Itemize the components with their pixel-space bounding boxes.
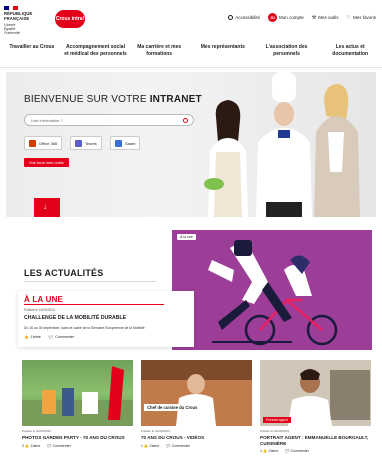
nav-item-travailler[interactable]: Travailler au Crous: [0, 40, 64, 67]
comment-label: Commenter: [55, 335, 75, 339]
featured-image[interactable]: À la une: [172, 230, 372, 350]
featured-date: Publiée le 16/09/2024: [24, 308, 55, 312]
news-card-date: Publiée le 02/09/2024: [141, 429, 171, 433]
nav-item-representants[interactable]: Mes représentants: [191, 40, 255, 67]
account-label: Mon compte: [278, 15, 304, 20]
tools-link[interactable]: ⚒ Mes outils: [312, 15, 339, 21]
avatar: JD: [267, 13, 277, 22]
office-icon: [29, 139, 36, 147]
comment-label: Commenter: [290, 449, 309, 453]
hero-title-pre: BIENVENUE SUR VOTRE: [24, 94, 150, 105]
heart-icon: ♡: [346, 14, 351, 21]
featured-news-card[interactable]: À LA UNE Publiée le 16/09/2024 CHALLENGE…: [18, 291, 194, 347]
teams-icon: [75, 139, 82, 147]
news-card-actions: 1 👍 J'aime 💬 Commenter: [141, 444, 252, 448]
featured-actions: 👍 J'aime 💬 Commenter: [24, 335, 74, 339]
like-count: 1: [141, 443, 143, 448]
quick-link-saam[interactable]: Saam: [110, 136, 141, 150]
gov-logo[interactable]: RÉPUBLIQUE FRANÇAISE Liberté Égalité Fra…: [4, 6, 48, 35]
nav-item-accompagnement[interactable]: Accompagnement social et médical des per…: [64, 40, 128, 67]
news-card-image[interactable]: Chef de cuisine du Crous: [141, 360, 252, 426]
comment-label: Commenter: [171, 443, 190, 448]
featured-divider: [24, 304, 164, 305]
featured-badge: À la une: [177, 234, 196, 240]
thumbs-up-icon: 👍: [24, 335, 29, 339]
news-card-title[interactable]: 70 ANS DU CROUS - VIDÉOS: [141, 435, 252, 441]
like-button[interactable]: 👍 J'aime: [24, 335, 41, 339]
french-flag-icon: [4, 6, 19, 10]
account-link[interactable]: JD Mon compte: [267, 13, 304, 22]
comment-label: Commenter: [52, 443, 71, 448]
featured-desc: Du 16 au 30 septembre, dans le cadre de …: [24, 326, 145, 330]
comment-button[interactable]: 💬 Commenter: [47, 444, 71, 448]
news-card-actions: 2 👍 J'aime 💬 Commenter: [22, 444, 133, 448]
garden-party-photo: [22, 366, 133, 426]
news-card-actions: 1 👍 J'aime 💬 Commenter: [260, 449, 371, 453]
news-card-garden-party[interactable]: Publiée le 02/09/2024 PHOTOS GARDEN PART…: [22, 360, 133, 448]
like-button[interactable]: 1 👍 J'aime: [260, 449, 278, 453]
like-button[interactable]: 1 👍 J'aime: [141, 444, 159, 448]
comment-button[interactable]: 💬 Commenter: [285, 449, 309, 453]
hero-banner: BIENVENUE SUR VOTRE INTRANET Une informa…: [6, 72, 376, 217]
nav-item-actus[interactable]: Les actus et documentation: [318, 40, 382, 67]
mobility-illustration: [208, 240, 338, 346]
comment-icon: 💬: [48, 335, 54, 339]
accessibility-link[interactable]: Accessibilité: [228, 15, 260, 20]
gov-motto-3: Fraternité: [4, 30, 20, 35]
accessibility-label: Accessibilité: [235, 15, 260, 20]
like-label: J'aime: [268, 449, 279, 453]
accessibility-icon: [228, 15, 234, 20]
nav-item-carriere[interactable]: Ma carrière et mes formations: [127, 40, 191, 67]
tools-label: Mes outils: [318, 15, 339, 20]
all-tools-button[interactable]: Voir tous mes outils: [24, 158, 69, 167]
nav-item-association[interactable]: L'association des personnels: [255, 40, 319, 67]
news-card-videos[interactable]: Chef de cuisine du Crous Publiée le 02/0…: [141, 360, 252, 448]
header: RÉPUBLIQUE FRANÇAISE Liberté Égalité Fra…: [0, 0, 382, 36]
top-links: Accessibilité JD Mon compte ⚒ Mes outils…: [228, 13, 376, 22]
news-card-date: Publiée le 02/09/2024: [260, 429, 290, 433]
favorites-label: Mes favoris: [352, 15, 376, 20]
search-input[interactable]: Une information ?: [24, 114, 194, 126]
news-card-image[interactable]: Portrait agent: [260, 360, 371, 426]
news-divider: [24, 281, 156, 282]
featured-title[interactable]: CHALLENGE DE LA MOBILITÉ DURABLE: [24, 315, 126, 321]
like-label: J'aime: [149, 443, 160, 448]
video-overlay-label: Chef de cuisine du Crous: [144, 404, 201, 411]
scroll-down-button[interactable]: ↓: [34, 198, 60, 217]
hero-staff-image: [204, 72, 360, 217]
news-card-date: Publiée le 02/09/2024: [22, 429, 52, 433]
like-count: 1: [260, 449, 262, 453]
quick-link-teams[interactable]: Teams: [70, 136, 102, 150]
gov-line-2: FRANÇAISE: [4, 15, 30, 21]
crous-logo[interactable]: Crous intra!: [55, 10, 85, 28]
like-label: J'aime: [30, 335, 41, 339]
saam-icon: [115, 139, 122, 147]
featured-label: À LA UNE: [24, 295, 64, 304]
news-card-title[interactable]: PHOTOS GARDEN PARTY - 70 ANS DU CROUS: [22, 435, 133, 441]
like-button[interactable]: 2 👍 J'aime: [22, 444, 40, 448]
arrow-down-icon: ↓: [43, 202, 47, 211]
news-card-image[interactable]: [22, 360, 133, 426]
quick-link-label: Saam: [125, 140, 136, 146]
portrait-overlay-label: Portrait agent: [263, 417, 291, 423]
search-placeholder: Une information ?: [31, 118, 63, 123]
quick-link-label: Office 365: [39, 140, 58, 146]
news-card-title[interactable]: PORTRAIT AGENT : EMMANUELLE BOURGAULT, C…: [260, 435, 371, 446]
chef-photo: [141, 360, 252, 426]
news-card-portrait[interactable]: Portrait agent Publiée le 02/09/2024 POR…: [260, 360, 371, 453]
comment-button[interactable]: 💬 Commenter: [166, 444, 190, 448]
grid-icon: ⚒: [311, 14, 317, 21]
comment-button[interactable]: 💬 Commenter: [49, 335, 74, 339]
gov-logo-text: RÉPUBLIQUE FRANÇAISE Liberté Égalité Fra…: [4, 11, 32, 35]
news-heading: LES ACTUALITÉS: [24, 268, 104, 278]
like-label: J'aime: [30, 443, 41, 448]
favorites-link[interactable]: ♡ Mes favoris: [347, 15, 377, 21]
quick-link-label: Teams: [85, 140, 97, 146]
quick-link-office[interactable]: Office 365: [24, 136, 63, 150]
like-count: 2: [22, 443, 24, 448]
main-nav: Travailler au Crous Accompagnement socia…: [0, 40, 382, 68]
hero-title: BIENVENUE SUR VOTRE INTRANET: [24, 94, 202, 105]
